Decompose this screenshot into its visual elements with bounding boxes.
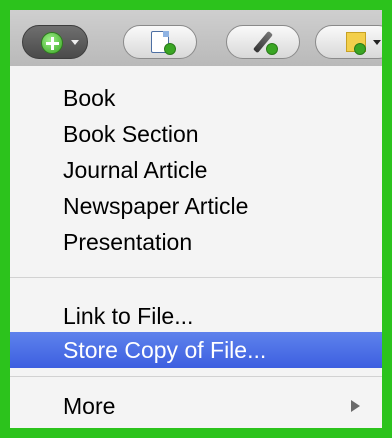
window-frame: Book Book Section Journal Article Newspa… [10, 10, 382, 428]
chevron-down-icon [373, 40, 381, 45]
new-item-from-file-button[interactable] [123, 25, 197, 59]
menu-item-store-copy-of-file[interactable]: Store Copy of File... [10, 332, 382, 368]
plus-circle-icon [41, 32, 63, 54]
add-attachment-button[interactable] [226, 25, 300, 59]
new-item-button[interactable] [22, 25, 88, 59]
new-item-menu: Book Book Section Journal Article Newspa… [10, 66, 382, 428]
menu-item-book-section[interactable]: Book Section [10, 116, 382, 152]
menu-item-more-label: More [63, 393, 116, 419]
menu-item-newspaper-article[interactable]: Newspaper Article [10, 188, 382, 224]
plus-badge-icon [164, 43, 176, 55]
menu-item-more[interactable]: More [10, 388, 382, 424]
menu-item-journal-article[interactable]: Journal Article [10, 152, 382, 188]
toolbar [10, 10, 382, 66]
chevron-down-icon [71, 40, 79, 45]
menu-separator [10, 376, 382, 377]
menu-item-link-to-file[interactable]: Link to File... [10, 298, 382, 334]
plus-badge-icon [266, 43, 278, 55]
menu-item-book[interactable]: Book [10, 80, 382, 116]
menu-separator [10, 277, 382, 278]
chevron-right-icon [351, 400, 360, 412]
plus-badge-icon [354, 43, 366, 55]
menu-item-presentation[interactable]: Presentation [10, 224, 382, 260]
new-note-button[interactable] [315, 25, 382, 59]
